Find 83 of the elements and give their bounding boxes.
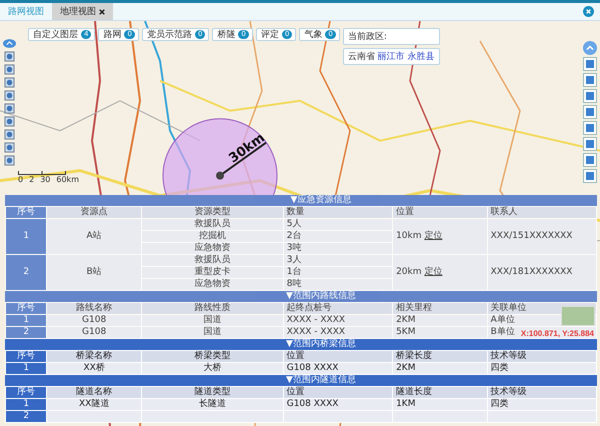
table-cell: 5KM bbox=[392, 326, 488, 338]
column-header: 序号 bbox=[6, 206, 47, 218]
table-cell: 10km bbox=[396, 231, 422, 241]
table-cell: A站 bbox=[46, 218, 142, 254]
table-cell: 3人 bbox=[283, 254, 393, 266]
collapse-icon[interactable] bbox=[583, 41, 597, 55]
column-header: 路线名称 bbox=[46, 302, 142, 314]
column-header: 位置 bbox=[392, 206, 488, 218]
section-header[interactable]: ▼范围内隧道信息 bbox=[5, 375, 597, 386]
section-header[interactable]: ▼应急资源信息 bbox=[5, 195, 597, 206]
table-cell: XXXX - XXXX bbox=[283, 326, 393, 338]
row-number: 1 bbox=[6, 398, 47, 410]
column-header: 桥梁名称 bbox=[46, 350, 142, 362]
table-cell: 1KM bbox=[392, 398, 488, 410]
table-cell: G108 XXXX bbox=[283, 362, 393, 374]
table-cell: 长隧道 bbox=[141, 398, 284, 410]
table-cell: 1台 bbox=[283, 266, 393, 278]
table-cell: 应急物资 bbox=[141, 278, 284, 290]
table-cell: 救援队员 bbox=[141, 254, 284, 266]
row-number: 1 bbox=[6, 362, 47, 374]
table-cell: G108 XXXX bbox=[283, 398, 393, 410]
column-header: 序号 bbox=[6, 302, 47, 314]
table-cell: 重型皮卡 bbox=[141, 266, 284, 278]
table-cell: 5人 bbox=[283, 218, 393, 230]
table-cell: 挖掘机 bbox=[141, 230, 284, 242]
table-cell: XXXX - XXXX bbox=[283, 314, 393, 326]
column-header: 隧道长度 bbox=[392, 386, 488, 398]
scale-label: 60km bbox=[56, 175, 79, 184]
column-header: 桥梁类型 bbox=[141, 350, 284, 362]
table-cell: 四类 bbox=[487, 362, 596, 374]
column-header: 路线性质 bbox=[141, 302, 284, 314]
table-cell: 2台 bbox=[283, 230, 393, 242]
section-header[interactable]: ▼范围内路线信息 bbox=[5, 291, 597, 302]
collapse-icon[interactable] bbox=[3, 38, 16, 49]
table-cell: 四类 bbox=[487, 398, 596, 410]
column-header: 隧道名称 bbox=[46, 386, 142, 398]
table-cell: XX隧道 bbox=[46, 398, 142, 410]
column-header: 位置 bbox=[283, 386, 393, 398]
table-cell: 大桥 bbox=[141, 362, 284, 374]
row-number: 1 bbox=[6, 314, 47, 326]
close-icon[interactable] bbox=[99, 8, 105, 14]
column-header: 位置 bbox=[283, 350, 393, 362]
table-cell: XX桥 bbox=[46, 362, 142, 374]
locate-link[interactable]: 定位 bbox=[424, 231, 442, 241]
row-number: 2 bbox=[6, 410, 47, 422]
column-header: 隧道类型 bbox=[141, 386, 284, 398]
column-header: 桥梁长度 bbox=[392, 350, 488, 362]
row-number: 2 bbox=[6, 326, 47, 338]
table-cell: B站 bbox=[46, 254, 142, 290]
column-header: 序号 bbox=[6, 350, 47, 362]
table-cell: 救援队员 bbox=[141, 218, 284, 230]
table-cell: 国道 bbox=[141, 314, 284, 326]
column-header: 相关里程 bbox=[392, 302, 488, 314]
region-path-box: 云南省 丽江市 永胜县 bbox=[342, 48, 440, 65]
scale-bar bbox=[18, 171, 66, 175]
table-cell: 20km bbox=[396, 267, 422, 277]
row-number: 2 bbox=[6, 254, 47, 290]
column-header: 技术等级 bbox=[487, 386, 596, 398]
column-header: 数量 bbox=[283, 206, 393, 218]
column-header: 联系人 bbox=[487, 206, 596, 218]
table-cell: 2KM bbox=[392, 314, 488, 326]
column-header: 资源点 bbox=[46, 206, 142, 218]
table-cell: 3吨 bbox=[283, 242, 393, 254]
column-header: 资源类型 bbox=[141, 206, 284, 218]
column-header: 技术等级 bbox=[487, 350, 596, 362]
minimap-thumbnail[interactable] bbox=[561, 306, 595, 326]
locate-link[interactable]: 定位 bbox=[424, 267, 442, 277]
table-cell: XXX/151XXXXXXX bbox=[487, 218, 596, 254]
table-cell: 应急物资 bbox=[141, 242, 284, 254]
table-cell: 8吨 bbox=[283, 278, 393, 290]
tab[interactable]: 地理视图 bbox=[52, 3, 113, 20]
table-cell: 2KM bbox=[392, 362, 488, 374]
column-header: 起终点桩号 bbox=[283, 302, 393, 314]
table-cell: G108 bbox=[46, 314, 142, 326]
region-label: 当前政区: bbox=[342, 28, 440, 45]
scale-label: 30 bbox=[40, 175, 50, 184]
row-number: 1 bbox=[6, 218, 47, 254]
table-cell: G108 bbox=[46, 326, 142, 338]
section-header[interactable]: ▼范围内桥梁信息 bbox=[5, 339, 597, 350]
column-header: 序号 bbox=[6, 386, 47, 398]
table-cell: 国道 bbox=[141, 326, 284, 338]
coordinates-readout: X:100.871, Y:25.884 bbox=[520, 329, 594, 338]
table-cell: XXX/181XXXXXXX bbox=[487, 254, 596, 290]
